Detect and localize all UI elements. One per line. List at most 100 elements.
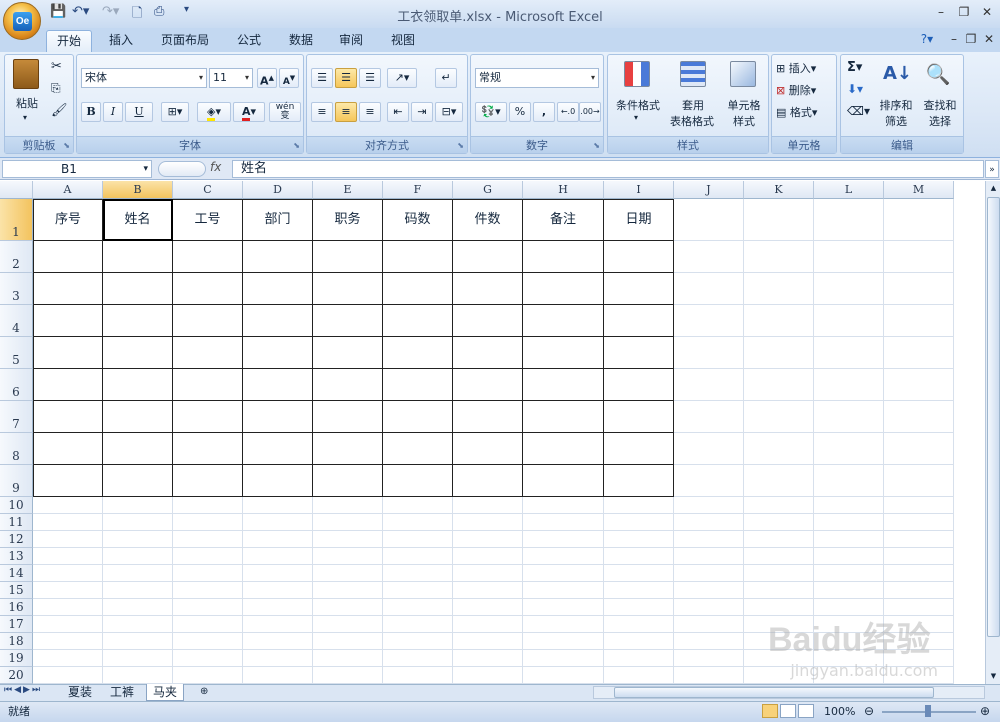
clear-icon[interactable]: ⌫▾ [847,104,870,118]
cell[interactable] [604,514,674,531]
cell[interactable] [243,514,313,531]
cell[interactable] [243,241,313,273]
cell[interactable] [523,599,604,616]
cell[interactable] [33,531,103,548]
column-header-c[interactable]: C [173,181,243,199]
number-format-combo[interactable]: 常规 ▾ [475,68,599,88]
cell[interactable] [103,433,173,465]
cell[interactable] [453,599,523,616]
cell[interactable] [33,650,103,667]
delete-cells-button[interactable]: ⊠ 删除▾ [776,82,834,98]
cell-styles-label-1[interactable]: 单元格 [722,97,766,113]
cell[interactable] [674,465,744,497]
cell[interactable] [173,369,243,401]
ribbon-close-icon[interactable]: ✕ [978,31,1000,47]
cell[interactable] [173,565,243,582]
cell[interactable] [313,582,383,599]
cell[interactable] [674,337,744,369]
formula-bar-splitter[interactable] [158,161,206,177]
cell[interactable] [313,650,383,667]
cell[interactable] [33,369,103,401]
page-break-view-icon[interactable] [798,704,814,718]
font-color-button[interactable]: A▾ [233,102,265,122]
cell[interactable] [674,199,744,241]
cell[interactable] [814,565,884,582]
decrease-decimal-button[interactable]: .00→ [579,102,601,122]
row-header-2[interactable]: 2 [0,241,33,273]
cell[interactable] [674,565,744,582]
cell[interactable] [383,650,453,667]
cell[interactable] [313,337,383,369]
align-bottom-button[interactable]: ☰ [359,68,381,88]
sheet-tab-vest[interactable]: 马夹 [146,684,185,701]
cell[interactable] [604,650,674,667]
cell[interactable] [173,497,243,514]
cut-icon[interactable]: ✂ [51,59,62,74]
header-cell[interactable]: 件数 [453,199,523,241]
cell[interactable] [604,433,674,465]
cell[interactable] [674,369,744,401]
cell[interactable] [383,497,453,514]
cell[interactable] [523,305,604,337]
row-header-11[interactable]: 11 [0,514,33,531]
cell[interactable] [674,667,744,684]
row-header-16[interactable]: 16 [0,599,33,616]
cell[interactable] [453,369,523,401]
column-header-g[interactable]: G [453,181,523,199]
sort-filter-label-1[interactable]: 排序和 [875,97,917,113]
italic-button[interactable]: I [103,102,123,122]
cell[interactable] [383,241,453,273]
cell[interactable] [383,433,453,465]
cell[interactable] [884,241,954,273]
cell[interactable] [383,633,453,650]
cell[interactable] [523,369,604,401]
row-header-15[interactable]: 15 [0,582,33,599]
cell[interactable] [604,305,674,337]
cell[interactable] [383,305,453,337]
cell[interactable] [243,273,313,305]
row-header-1[interactable]: 1 [0,199,33,241]
font-size-combo[interactable]: 11 ▾ [209,68,253,88]
cell[interactable] [313,433,383,465]
cell[interactable] [814,514,884,531]
column-header-h[interactable]: H [523,181,604,199]
cell[interactable] [674,650,744,667]
cell[interactable] [814,273,884,305]
phonetic-button[interactable]: wén 变 [269,102,301,122]
cell[interactable] [103,497,173,514]
tab-data[interactable]: 数据 [280,30,322,52]
cell[interactable] [313,565,383,582]
cell[interactable] [313,599,383,616]
print-icon[interactable]: ⎙ [154,4,164,22]
cell[interactable] [103,401,173,433]
cell[interactable] [453,241,523,273]
tab-view[interactable]: 视图 [382,30,424,52]
sort-filter-label-2[interactable]: 筛选 [875,113,917,129]
cell[interactable] [814,305,884,337]
cell[interactable] [674,497,744,514]
header-cell[interactable]: 职务 [313,199,383,241]
merge-center-button[interactable]: ⊟▾ [435,102,463,122]
insert-sheet-icon[interactable]: ⊕ [194,684,214,701]
format-cells-button[interactable]: ▤ 格式▾ [776,104,834,120]
column-header-k[interactable]: K [744,181,814,199]
cell[interactable] [383,565,453,582]
decrease-indent-button[interactable]: ⇤ [387,102,409,122]
underline-button[interactable]: U [125,102,153,122]
cell[interactable] [173,465,243,497]
cell[interactable] [744,565,814,582]
cell[interactable] [313,616,383,633]
wrap-text-button[interactable]: ↵ [435,68,457,88]
percent-button[interactable]: % [509,102,531,122]
align-left-button[interactable]: ≡ [311,102,333,122]
cell[interactable] [884,401,954,433]
cell[interactable] [884,337,954,369]
cell[interactable] [173,633,243,650]
cell[interactable] [453,548,523,565]
tab-page-layout[interactable]: 页面布局 [152,30,218,52]
align-middle-button[interactable]: ☰ [335,68,357,88]
cell[interactable] [383,337,453,369]
cell[interactable] [173,548,243,565]
dialog-launcher-icon[interactable]: ⬊ [457,141,464,150]
cell[interactable] [33,401,103,433]
